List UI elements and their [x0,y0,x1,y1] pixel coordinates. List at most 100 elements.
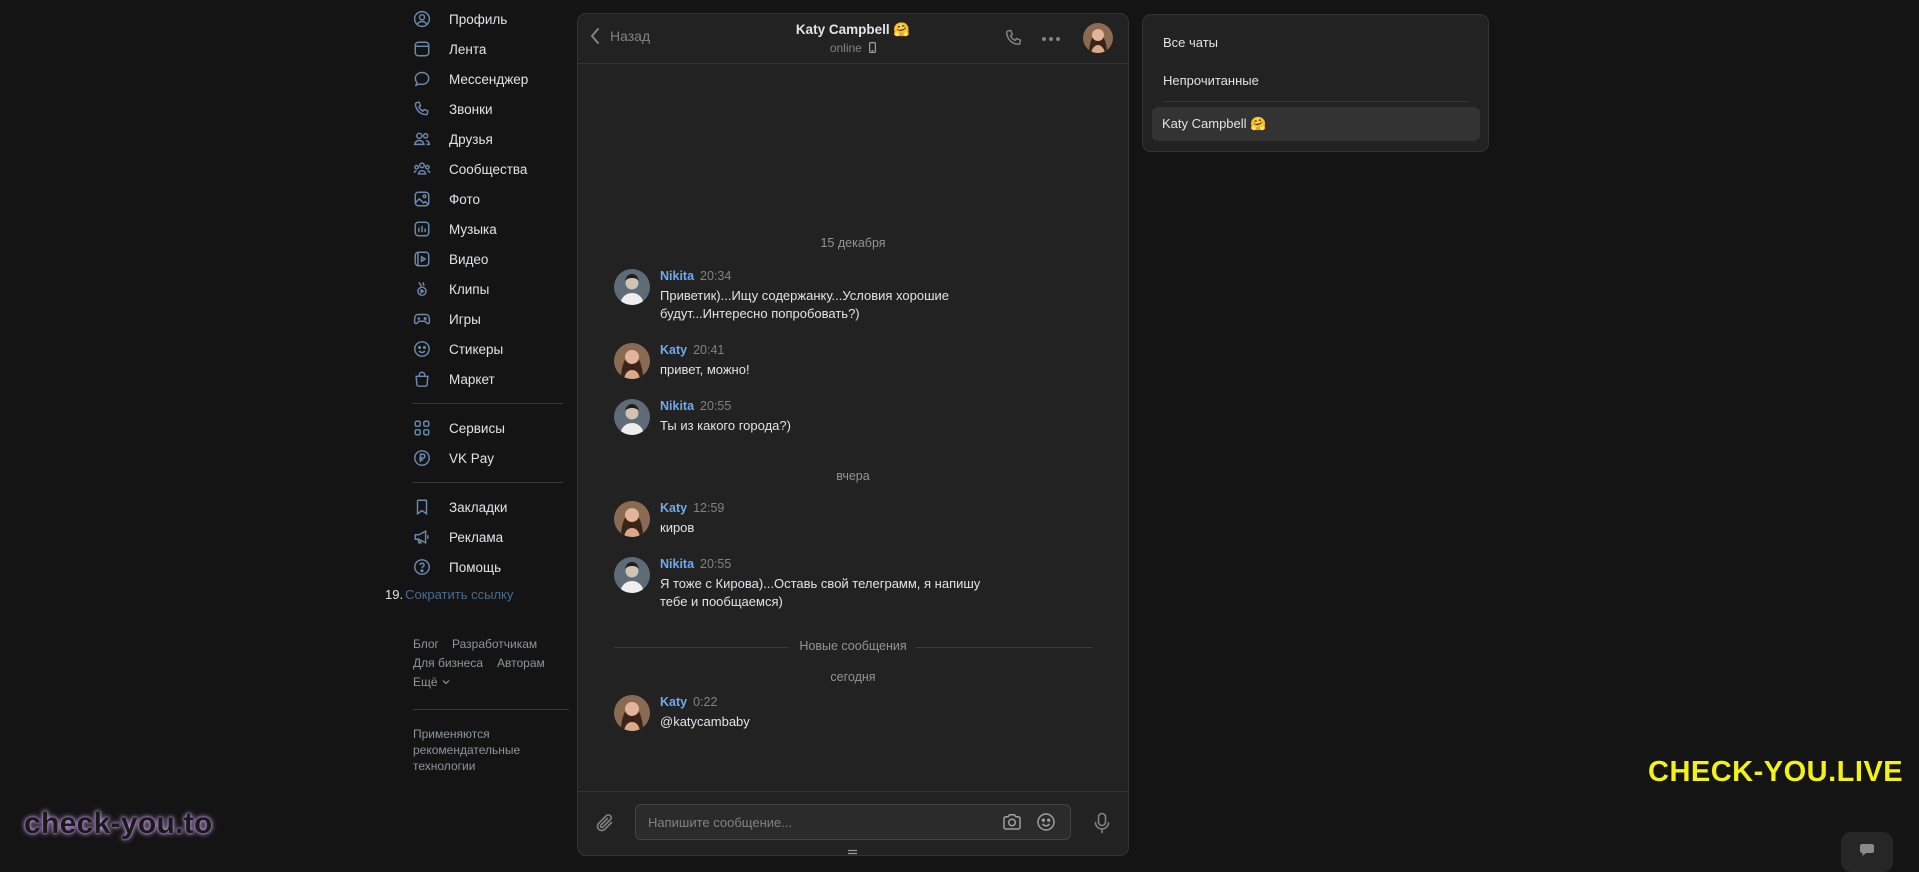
message-author[interactable]: Nikita [660,269,694,283]
photo-icon [412,189,432,209]
message-bubble-icon [412,69,432,89]
sidebar-item-help[interactable]: Помощь [412,552,564,582]
sidebar-item-communities[interactable]: Сообщества [412,154,564,184]
shortlink-row: 19. Сократить ссылку [385,587,513,602]
sidebar-item-label: Звонки [449,101,493,117]
folder-unread[interactable]: Непрочитанные [1163,73,1259,88]
date-separator: 15 декабря [820,236,886,250]
message-text: киров [660,520,695,535]
footer-link-developers[interactable]: Разработчикам [452,637,537,651]
message-time: 20:55 [700,399,732,413]
online-status: online [829,41,862,55]
clips-icon [412,279,432,299]
help-circle-icon [412,557,432,577]
sidebar-item-label: Помощь [449,559,502,575]
chat-header: Назад Katy Campbell 🤗 online [578,14,1128,64]
message-time: 20:34 [700,269,732,283]
footer-divider [413,709,569,710]
sidebar-item-vkpay[interactable]: VK Pay [412,443,564,473]
sidebar-item-stickers[interactable]: Стикеры [412,334,564,364]
footer-link-blog[interactable]: Блог [413,637,439,651]
shorten-link[interactable]: Сократить ссылку [405,587,513,602]
author-avatar[interactable] [614,557,650,593]
user-circle-icon [412,9,432,29]
sidebar-item-bookmarks[interactable]: Закладки [412,492,564,522]
camera-icon[interactable] [1002,813,1022,831]
message-time: 20:41 [693,343,725,357]
author-avatar[interactable] [614,399,650,435]
sidebar-item-feed[interactable]: Лента [412,34,564,64]
folders-divider [1164,101,1468,102]
sidebar-item-services[interactable]: Сервисы [412,413,564,443]
new-messages-label: Новые сообщения [799,639,907,653]
sidebar-item-label: Музыка [449,221,497,237]
author-avatar[interactable] [614,343,650,379]
message-meta: Nikita 20:55 [660,399,731,413]
sidebar-item-label: Видео [449,251,489,267]
message-author[interactable]: Katy [660,501,687,515]
call-phone-icon[interactable] [1004,28,1024,48]
message-meta: Katy 0:22 [660,695,717,709]
footer-more-button[interactable]: Ещё [413,675,450,689]
sidebar-item-photo[interactable]: Фото [412,184,564,214]
newsfeed-icon [412,39,432,59]
active-chat-label: Katy Campbell 🤗 [1162,116,1267,131]
author-avatar[interactable] [614,269,650,305]
microphone-icon[interactable] [1093,812,1111,834]
date-separator: сегодня [830,670,876,684]
sidebar-item-friends[interactable]: Друзья [412,124,564,154]
message-composer [578,791,1128,855]
active-chat-item[interactable]: Katy Campbell 🤗 [1152,107,1480,141]
sidebar-item-label: Реклама [449,529,504,545]
sticker-smile-icon [412,339,432,359]
chat-avatar[interactable] [1083,23,1113,53]
sidebar-item-label: VK Pay [449,450,495,466]
footer-link-authors[interactable]: Авторам [497,656,545,670]
sidebar-item-games[interactable]: Игры [412,304,564,334]
sidebar-item-profile[interactable]: Профиль [412,4,564,34]
resize-handle-icon[interactable] [847,849,858,855]
chevron-down-icon [442,679,450,685]
paperclip-icon[interactable] [594,812,616,834]
message-text: @katycambaby [660,714,750,729]
chat-title-emoji: 🤗 [893,22,911,37]
sidebar-item-label: Друзья [449,131,493,147]
message-text: Приветик)...Ищу содержанку...Условия хор… [660,288,950,321]
sidebar-item-calls[interactable]: Звонки [412,94,564,124]
message-text: Я тоже с Кирова)...Оставь свой телеграмм… [660,576,981,609]
chat-bubble-icon [1860,844,1874,856]
footer-link-business[interactable]: Для бизнеса [413,656,483,670]
ruble-icon [412,448,432,468]
sidebar-item-ads[interactable]: Реклама [412,522,564,552]
sidebar-item-messenger[interactable]: Мессенджер [412,64,564,94]
sidebar-item-music[interactable]: Музыка [412,214,564,244]
music-icon [412,219,432,239]
chat-folders-panel: Все чаты Непрочитанные Katy Campbell 🤗 [1142,14,1489,152]
message-author[interactable]: Katy [660,695,687,709]
message-author[interactable]: Katy [660,343,687,357]
sidebar-item-video[interactable]: Видео [412,244,564,274]
sidebar-item-label: Профиль [449,11,508,27]
chat-status: online [578,41,1128,55]
emoji-smile-icon[interactable] [1036,812,1056,832]
message-author[interactable]: Nikita [660,399,694,413]
author-avatar[interactable] [614,695,650,731]
sidebar-item-label: Маркет [449,371,495,387]
sidebar-item-label: Фото [449,191,481,207]
folder-all-chats[interactable]: Все чаты [1163,35,1218,50]
more-dots-icon[interactable] [1041,36,1061,42]
author-avatar[interactable] [614,501,650,537]
video-icon [412,249,432,269]
chat-fab-button[interactable] [1841,832,1893,872]
message-time: 0:22 [693,695,718,709]
message-author[interactable]: Nikita [660,557,694,571]
watermark-left: check-you.to [24,807,213,840]
sidebar-item-label: Закладки [449,499,508,515]
sidebar-item-market[interactable]: Маркет [412,364,564,394]
megaphone-icon [412,527,432,547]
sidebar-item-label: Клипы [449,281,490,297]
sidebar-item-clips[interactable]: Клипы [412,274,564,304]
grid-services-icon [412,418,432,438]
sidebar-item-label: Сервисы [449,420,505,436]
sidebar-divider [412,403,563,404]
